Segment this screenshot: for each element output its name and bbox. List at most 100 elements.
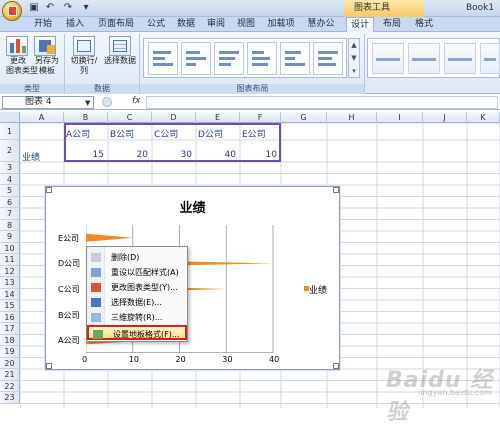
tab-insert[interactable]: 插入 <box>60 17 90 32</box>
row-header-10[interactable]: 10 <box>0 242 20 254</box>
cell-header-2[interactable]: B公司 <box>110 127 134 140</box>
customize-quick-access-icon[interactable]: ▾ <box>80 2 92 14</box>
tab-format[interactable]: 格式 <box>410 17 438 32</box>
row-header-20[interactable]: 20 <box>0 357 20 369</box>
tab-formulas[interactable]: 公式 <box>142 17 170 32</box>
tab-review[interactable]: 审阅 <box>202 17 230 32</box>
x-tick-label: 30 <box>222 355 233 364</box>
column-header-g[interactable]: G <box>281 112 327 123</box>
row-header-11[interactable]: 11 <box>0 254 20 266</box>
name-box[interactable]: 图表 4 <box>2 96 94 109</box>
menu-item-rotate-3d[interactable]: 三维旋转(R)... <box>87 310 187 325</box>
menu-item-format-floor[interactable]: 设置地板格式(F)... <box>87 325 187 340</box>
cell-header-3[interactable]: C公司 <box>154 127 178 140</box>
row-header-9[interactable]: 9 <box>0 231 20 243</box>
cell-header-5[interactable]: E公司 <box>242 127 266 140</box>
switch-row-column-button[interactable]: 切换行/列 <box>68 36 100 76</box>
cell-value-2[interactable]: 20 <box>108 150 148 160</box>
column-header-i[interactable]: I <box>377 112 423 123</box>
chart-style-option[interactable] <box>444 43 476 74</box>
tab-huibangong[interactable]: 慧办公 <box>302 17 340 32</box>
chart-style-option[interactable] <box>372 43 404 74</box>
row-header-4[interactable]: 4 <box>0 173 20 185</box>
change-chart-type-button[interactable]: 更改 图表类型 <box>6 36 38 76</box>
cell-a2[interactable]: 业绩 <box>22 150 40 163</box>
column-header-d[interactable]: D <box>152 112 196 123</box>
tab-layout[interactable]: 布局 <box>378 17 406 32</box>
legend-label[interactable]: 业绩 <box>309 283 327 296</box>
column-header-k[interactable]: K <box>467 112 500 123</box>
row-header-5[interactable]: 5 <box>0 185 20 197</box>
menu-item-select-data[interactable]: 选择数据(E)... <box>87 295 187 310</box>
tab-data[interactable]: 数据 <box>172 17 200 32</box>
chart-layout-option[interactable] <box>280 42 310 75</box>
formula-input[interactable] <box>146 96 498 109</box>
formula-bar-cancel-icon[interactable] <box>102 97 112 107</box>
menu-item-chart-type[interactable]: 更改图表类型(Y)... <box>87 280 187 295</box>
column-header-e[interactable]: E <box>196 112 240 123</box>
cell-value-3[interactable]: 30 <box>152 150 192 160</box>
column-header-f[interactable]: F <box>240 112 281 123</box>
tab-page-layout[interactable]: 页面布局 <box>92 17 140 32</box>
cell-header-1[interactable]: A公司 <box>66 127 90 140</box>
column-header-c[interactable]: C <box>108 112 152 123</box>
gallery-scroll-buttons[interactable]: ▲ ▼ ▾ <box>348 38 360 78</box>
row-header-21[interactable]: 21 <box>0 369 20 381</box>
row-header-14[interactable]: 14 <box>0 288 20 300</box>
office-button[interactable] <box>2 1 22 21</box>
chart-layout-gallery[interactable] <box>143 38 347 78</box>
cell-value-5[interactable]: 10 <box>240 150 277 160</box>
row-header-23[interactable]: 23 <box>0 392 20 404</box>
row-header-8[interactable]: 8 <box>0 219 20 231</box>
tab-addins[interactable]: 加载项 <box>262 17 300 32</box>
row-header-1[interactable]: 1 <box>0 123 20 140</box>
select-all-corner[interactable] <box>0 112 20 123</box>
chart-resize-handle[interactable] <box>46 363 52 369</box>
column-header-j[interactable]: J <box>423 112 467 123</box>
row-header-2[interactable]: 2 <box>0 140 20 162</box>
tab-design[interactable]: 设计 <box>346 17 374 32</box>
column-header-h[interactable]: H <box>327 112 377 123</box>
chart-title[interactable]: 业绩 <box>46 197 339 216</box>
row-header-16[interactable]: 16 <box>0 311 20 323</box>
row-header-18[interactable]: 18 <box>0 334 20 346</box>
save-as-template-button[interactable]: 另存为 模板 <box>34 36 60 76</box>
chart-resize-handle[interactable] <box>333 187 339 193</box>
chart-resize-handle[interactable] <box>46 187 52 193</box>
chart-resize-handle[interactable] <box>333 363 339 369</box>
delete-icon <box>91 253 101 262</box>
column-header-b[interactable]: B <box>64 112 108 123</box>
cell-header-4[interactable]: D公司 <box>198 127 223 140</box>
y-tick-label: D公司 <box>58 259 81 269</box>
cell-value-4[interactable]: 40 <box>196 150 236 160</box>
save-icon[interactable]: ▣ <box>28 2 40 14</box>
undo-icon[interactable]: ↶ <box>44 2 56 14</box>
row-header-17[interactable]: 17 <box>0 323 20 335</box>
tab-home[interactable]: 开始 <box>28 17 58 32</box>
row-header-15[interactable]: 15 <box>0 300 20 312</box>
row-header-12[interactable]: 12 <box>0 265 20 277</box>
tab-view[interactable]: 视图 <box>232 17 260 32</box>
chart-layout-option[interactable] <box>247 42 277 75</box>
row-header-13[interactable]: 13 <box>0 277 20 289</box>
menu-item-reset-style[interactable]: 重设以匹配样式(A) <box>87 265 187 280</box>
row-header-7[interactable]: 7 <box>0 208 20 220</box>
row-header-3[interactable]: 3 <box>0 162 20 174</box>
row-header-6[interactable]: 6 <box>0 196 20 208</box>
chart-layout-option[interactable] <box>181 42 211 75</box>
menu-item-delete[interactable]: 删除(D) <box>87 250 187 265</box>
chart-layout-option[interactable] <box>313 42 343 75</box>
name-box-dropdown-icon[interactable]: ▼ <box>85 99 90 107</box>
column-header-a[interactable]: A <box>20 112 64 123</box>
cell-value-1[interactable]: 15 <box>64 150 104 160</box>
insert-function-icon[interactable]: fx <box>132 96 141 106</box>
redo-icon[interactable]: ↷ <box>62 2 74 14</box>
chart-style-option[interactable] <box>408 43 440 74</box>
chart-style-gallery[interactable] <box>367 38 500 78</box>
row-header-22[interactable]: 22 <box>0 380 20 392</box>
row-header-19[interactable]: 19 <box>0 346 20 358</box>
chart-style-option[interactable] <box>480 43 500 74</box>
chart-layout-option[interactable] <box>214 42 244 75</box>
chart-layout-option[interactable] <box>148 42 178 75</box>
select-data-button[interactable]: 选择数据 <box>104 36 136 66</box>
